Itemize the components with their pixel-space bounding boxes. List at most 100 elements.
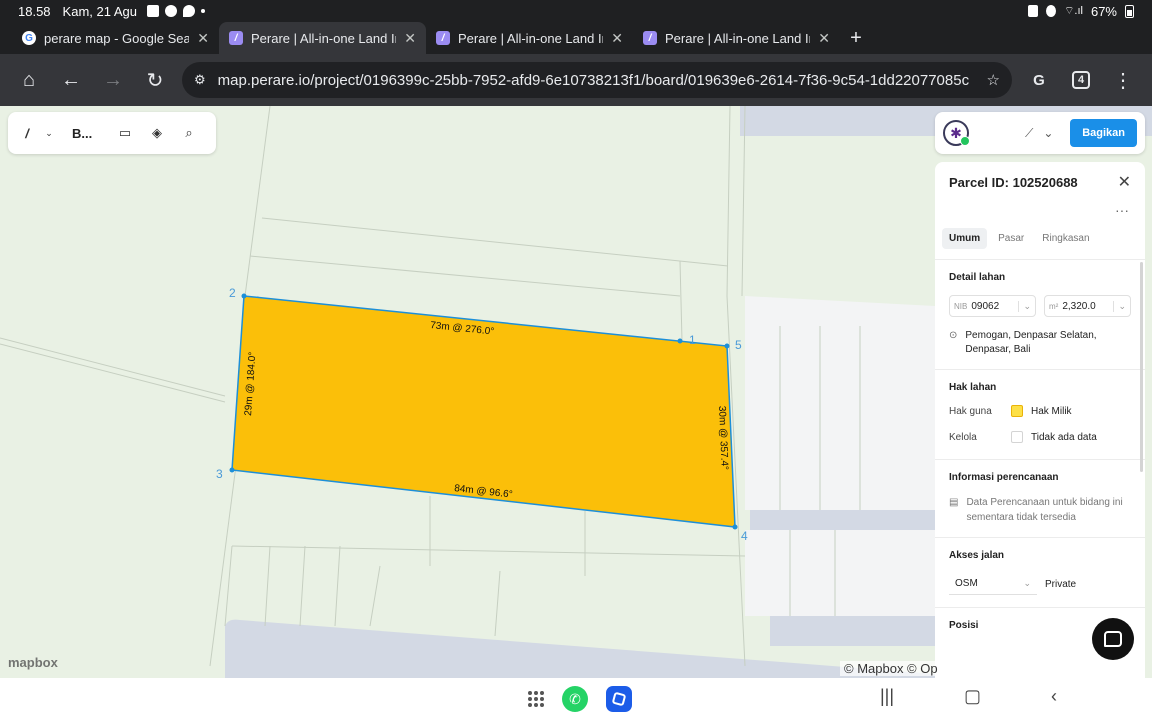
perare-logo-icon[interactable]: / bbox=[18, 124, 36, 142]
check-icon bbox=[147, 5, 159, 17]
forward-button[interactable]: → bbox=[92, 59, 134, 101]
chevron-down-icon: ⌄ bbox=[1113, 300, 1126, 312]
tab-ringkasan[interactable]: Ringkasan bbox=[1035, 228, 1096, 249]
tab-label: Perare | All-in-one Land Info bbox=[458, 30, 603, 46]
menu-icon[interactable]: ⋮ bbox=[1102, 59, 1144, 101]
vertex-3[interactable] bbox=[229, 467, 235, 473]
section-heading: Akses jalan bbox=[949, 550, 1005, 561]
tab-switcher-button[interactable]: 4 bbox=[1060, 59, 1102, 101]
book-icon[interactable]: ▭ bbox=[116, 124, 134, 142]
perare-icon: / bbox=[643, 31, 657, 45]
system-nav-bar: ✆ ||| ▢ ‹ bbox=[0, 678, 1152, 720]
roblox-icon[interactable] bbox=[606, 686, 632, 712]
section-detail-lahan: Detail lahan NIB 09062 ⌄ m² 2,320.0 ⌄ ⊙ … bbox=[935, 259, 1145, 369]
map-canvas[interactable]: 1 2 3 4 5 73m @ 276.0° 29m @ 184.0° 84m … bbox=[0, 106, 1152, 678]
vertex-4[interactable] bbox=[732, 524, 738, 530]
board-name[interactable]: B... bbox=[72, 126, 102, 141]
recent-apps-icon[interactable]: ||| bbox=[880, 686, 894, 707]
chat-notification-icon bbox=[183, 5, 195, 17]
mapbox-logo[interactable]: mapbox bbox=[8, 655, 58, 670]
close-tab-icon[interactable]: ✕ bbox=[818, 30, 830, 47]
location-pin-icon: ⊙ bbox=[949, 330, 958, 341]
close-tab-icon[interactable]: ✕ bbox=[611, 30, 623, 47]
hak-guna-label: Hak guna bbox=[949, 405, 992, 417]
notification-icons bbox=[147, 5, 205, 17]
tab-perare-2[interactable]: / Perare | All-in-one Land Info ✕ bbox=[426, 22, 633, 54]
home-nav-icon[interactable]: ▢ bbox=[964, 686, 981, 707]
section-akses-jalan: Akses jalan OSM ⌄ Private bbox=[935, 537, 1145, 607]
reload-button[interactable]: ↻ bbox=[134, 59, 176, 101]
parcel-address: Pemogan, Denpasar Selatan, Denpasar, Bal… bbox=[965, 330, 1097, 355]
chat-support-button[interactable] bbox=[1092, 618, 1134, 660]
document-icon: ▤ bbox=[949, 497, 959, 508]
wifi-signal-icon: ⌔.ıl bbox=[1064, 5, 1083, 17]
tab-umum[interactable]: Umum bbox=[942, 228, 988, 249]
tab-pasar[interactable]: Pasar bbox=[991, 228, 1031, 249]
search-icon[interactable]: ⌕ bbox=[180, 124, 198, 142]
panel-tabs: Umum Pasar Ringkasan bbox=[935, 228, 1145, 249]
perencanaan-note: Data Perencanaan untuk bidang ini sement… bbox=[966, 497, 1123, 523]
vertex-5[interactable] bbox=[724, 343, 730, 349]
area-select[interactable]: m² 2,320.0 ⌄ bbox=[1044, 295, 1131, 317]
alarm-icon bbox=[1046, 5, 1057, 17]
address-bar[interactable]: ⚙ map.perare.io/project/0196399c-25bb-79… bbox=[182, 62, 1012, 98]
road-source-select[interactable]: OSM ⌄ bbox=[949, 573, 1037, 595]
tab-perare-active[interactable]: / Perare | All-in-one Land Info ✕ bbox=[219, 22, 426, 54]
battery-level: 67% bbox=[1090, 3, 1117, 19]
site-settings-icon[interactable]: ⚙ bbox=[194, 72, 206, 88]
nib-prefix: NIB bbox=[954, 301, 968, 311]
panel-scrollbar[interactable] bbox=[1140, 262, 1143, 472]
settings-icon bbox=[165, 5, 177, 17]
chevron-down-icon[interactable]: ⌄ bbox=[40, 124, 58, 142]
tab-count: 4 bbox=[1072, 71, 1090, 89]
whatsapp-icon[interactable]: ✆ bbox=[562, 686, 588, 712]
back-button[interactable]: ← bbox=[50, 59, 92, 101]
vertex-label-1: 1 bbox=[689, 333, 696, 347]
chevron-down-icon: ⌄ bbox=[1018, 300, 1031, 312]
translate-icon[interactable]: G bbox=[1018, 59, 1060, 101]
chevron-down-icon[interactable]: ⌄ bbox=[1043, 126, 1053, 141]
close-tab-icon[interactable]: ✕ bbox=[197, 30, 209, 47]
battery-icon bbox=[1125, 4, 1134, 18]
avatar[interactable]: ✱ bbox=[943, 120, 970, 146]
share-button[interactable]: Bagikan bbox=[1070, 119, 1137, 147]
more-options-icon[interactable]: ··· bbox=[935, 202, 1145, 220]
tab-label: Perare | All-in-one Land Info bbox=[665, 30, 810, 46]
hak-milik-swatch bbox=[1011, 405, 1023, 417]
kelola-value: Tidak ada data bbox=[1031, 431, 1097, 443]
close-tab-icon[interactable]: ✕ bbox=[404, 30, 416, 47]
google-icon: G bbox=[22, 31, 36, 45]
perare-icon: / bbox=[229, 31, 243, 45]
home-button[interactable]: ⌂ bbox=[8, 59, 50, 101]
section-hak-lahan: Hak lahan Hak guna Hak Milik Kelola Tida… bbox=[935, 369, 1145, 459]
vertex-label-5: 5 bbox=[735, 338, 742, 352]
back-nav-icon[interactable]: ‹ bbox=[1051, 686, 1057, 707]
parcel-detail-panel: Parcel ID: 102520688 ✕ ··· Umum Pasar Ri… bbox=[935, 162, 1145, 678]
section-heading: Detail lahan bbox=[949, 272, 1006, 283]
parcel-title: Parcel ID: 102520688 bbox=[949, 174, 1078, 190]
status-bar: 18.58 Kam, 21 Agu ⌔.ıl 67% bbox=[0, 0, 1152, 22]
url-text[interactable]: map.perare.io/project/0196399c-25bb-7952… bbox=[218, 72, 975, 89]
map-toolbar: / ⌄ B... ▭ ◈ ⌕ bbox=[8, 112, 216, 154]
road-type: Private bbox=[1045, 578, 1077, 590]
vertex-2[interactable] bbox=[241, 293, 247, 299]
dot-icon bbox=[201, 9, 205, 13]
tab-label: Perare | All-in-one Land Info bbox=[251, 30, 396, 46]
tab-strip: G perare map - Google Search ✕ / Perare … bbox=[0, 22, 1152, 54]
close-icon[interactable]: ✕ bbox=[1118, 172, 1131, 192]
new-tab-button[interactable]: + bbox=[840, 22, 872, 54]
vertex-1[interactable] bbox=[677, 338, 683, 344]
bookmark-star-icon[interactable]: ☆ bbox=[987, 71, 1000, 89]
visibility-icon[interactable]: ⟋ bbox=[1025, 126, 1033, 141]
tab-perare-3[interactable]: / Perare | All-in-one Land Info ✕ bbox=[633, 22, 840, 54]
urban-blocks bbox=[745, 296, 935, 616]
area-prefix: m² bbox=[1049, 301, 1059, 311]
map-attribution[interactable]: © Mapbox © Op bbox=[840, 661, 942, 676]
layers-icon[interactable]: ◈ bbox=[148, 124, 166, 142]
tab-google-search[interactable]: G perare map - Google Search ✕ bbox=[12, 22, 219, 54]
nib-value: 09062 bbox=[971, 300, 1000, 312]
app-drawer-icon[interactable] bbox=[528, 691, 544, 707]
section-heading: Informasi perencanaan bbox=[949, 472, 1059, 483]
chevron-down-icon: ⌄ bbox=[1023, 578, 1031, 588]
nib-select[interactable]: NIB 09062 ⌄ bbox=[949, 295, 1036, 317]
